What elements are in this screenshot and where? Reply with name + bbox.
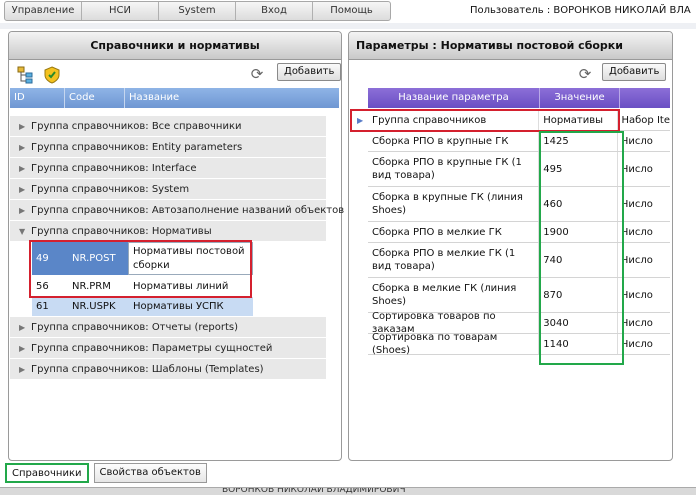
expand-icon[interactable]: ▶ xyxy=(19,200,31,221)
status-bar: ВОРОНКОВ НИКОЛАЙ ВЛАДИМИРОВИЧ xyxy=(0,487,696,495)
table-row[interactable]: Сборка РПО в мелкие ГК 1900 Число xyxy=(368,222,670,243)
menu-nsi[interactable]: НСИ xyxy=(82,2,159,20)
tab-object-properties[interactable]: Свойства объектов xyxy=(93,463,207,483)
cell-id: 61 xyxy=(32,297,68,316)
col-code[interactable]: Code xyxy=(65,88,125,108)
refresh-icon[interactable]: ⟳ xyxy=(577,66,593,82)
expand-icon[interactable]: ▶ xyxy=(19,317,31,338)
cell-type: Число xyxy=(617,222,670,242)
expand-icon[interactable]: ▶ xyxy=(19,116,31,137)
cell-type: Число xyxy=(617,187,670,221)
col-id[interactable]: ID xyxy=(10,88,65,108)
expand-icon[interactable]: ▶ xyxy=(19,359,31,380)
table-row[interactable]: Сортировка по товарам (Shoes) 1140 Число xyxy=(368,332,670,356)
cell-name: Нормативы УСПК xyxy=(128,297,253,316)
table-row[interactable]: Сборка РПО в крупные ГК 1425 Число xyxy=(368,131,670,152)
cell-param: Сборка РПО в крупные ГК (1 вид товара) xyxy=(372,157,522,181)
left-table-header: ID Code Название xyxy=(10,88,339,108)
user-label: Пользователь : ВОРОНКОВ НИКОЛАЙ ВЛА xyxy=(470,5,691,16)
menu-system[interactable]: System xyxy=(159,2,236,20)
refresh-icon[interactable]: ⟳ xyxy=(249,66,265,82)
table-row[interactable]: Сборка в крупные ГК (линия Shoes) 460 Чи… xyxy=(368,187,670,222)
shield-icon[interactable] xyxy=(43,66,61,84)
expand-icon[interactable]: ▶ xyxy=(19,137,31,158)
cell-param: Сортировка товаров по заказам xyxy=(372,311,496,335)
table-row[interactable]: Сборка РПО в мелкие ГК (1 вид товара) 74… xyxy=(368,243,670,278)
group-row-expanded[interactable]: ▼ Группа справочников: Нормативы xyxy=(10,221,326,242)
group-row[interactable]: ▶ Группа справочников: Interface xyxy=(10,158,326,179)
collapse-icon[interactable]: ▼ xyxy=(19,221,31,242)
group-row[interactable]: ▶ Группа справочников: Все справочники xyxy=(10,116,326,137)
tree-icon[interactable] xyxy=(17,66,35,84)
right-table-body: Группа справочников Нормативы Набор Ite … xyxy=(368,110,670,356)
left-panel-title: Справочники и нормативы xyxy=(9,32,341,60)
highlight-group-row xyxy=(350,109,620,132)
group-row[interactable]: ▶ Группа справочников: Автозаполнение наз… xyxy=(10,200,344,221)
cell-param: Сортировка по товарам (Shoes) xyxy=(372,332,498,356)
cell-type: Число xyxy=(617,152,670,186)
expand-icon[interactable]: ▶ xyxy=(19,338,31,359)
menu-help[interactable]: Помощь xyxy=(313,2,390,20)
right-toolbar: ⟳ Добавить xyxy=(349,60,672,88)
right-table-header: Название параметра Значение xyxy=(368,88,670,108)
col-name[interactable]: Название xyxy=(125,88,339,108)
cell-param: Сборка РПО в мелкие ГК xyxy=(372,226,502,238)
main-menu: Управление НСИ System Вход Помощь xyxy=(4,1,391,21)
cell-param: Сборка РПО в мелкие ГК (1 вид товара) xyxy=(372,248,516,272)
add-button[interactable]: Добавить xyxy=(602,63,667,81)
group-row[interactable]: ▶ Группа справочников: Entity parameters xyxy=(10,137,326,158)
cell-param: Сборка в мелкие ГК (линия Shoes) xyxy=(372,283,517,307)
table-row[interactable]: 61 NR.USPK Нормативы УСПК xyxy=(32,297,253,317)
table-row[interactable]: Сборка РПО в крупные ГК (1 вид товара) 4… xyxy=(368,152,670,187)
expand-icon[interactable]: ▶ xyxy=(19,179,31,200)
cell-type: Число xyxy=(617,313,670,333)
tab-references[interactable]: Справочники xyxy=(5,463,89,483)
cell-type: Набор Ite xyxy=(617,110,670,130)
col-value[interactable]: Значение xyxy=(540,88,620,108)
highlight-left-rows xyxy=(29,240,252,298)
cell-type: Число xyxy=(617,131,670,151)
cell-type: Число xyxy=(617,278,670,312)
separator xyxy=(0,23,696,29)
bottom-tabs: Справочники Свойства объектов xyxy=(5,463,212,483)
menu-login[interactable]: Вход xyxy=(236,2,313,20)
cell-param: Сборка РПО в крупные ГК xyxy=(372,135,509,147)
col-param-name[interactable]: Название параметра xyxy=(368,88,540,108)
group-row[interactable]: ▶ Группа справочников: Отчеты (reports) xyxy=(10,317,326,338)
menu-bar: Управление НСИ System Вход Помощь Пользо… xyxy=(0,0,696,23)
group-row[interactable]: ▶ Группа справочников: Параметры сущносте… xyxy=(10,338,326,359)
left-toolbar: ⟳ Добавить xyxy=(9,60,341,88)
status-text: ВОРОНКОВ НИКОЛАЙ ВЛАДИМИРОВИЧ xyxy=(222,487,406,495)
table-row[interactable]: Сборка в мелкие ГК (линия Shoes) 870 Чис… xyxy=(368,278,670,313)
cell-type: Число xyxy=(617,243,670,277)
cell-code: NR.USPK xyxy=(68,297,128,316)
expand-icon[interactable]: ▶ xyxy=(19,158,31,179)
highlight-values xyxy=(539,131,624,365)
group-row[interactable]: ▶ Группа справочников: System xyxy=(10,179,326,200)
add-button[interactable]: Добавить xyxy=(277,63,341,81)
cell-type: Число xyxy=(617,334,670,354)
menu-upravlenie[interactable]: Управление xyxy=(5,2,82,20)
group-row[interactable]: ▶ Группа справочников: Шаблоны (Templates… xyxy=(10,359,326,380)
cell-param: Сборка в крупные ГК (линия Shoes) xyxy=(372,192,523,216)
col-type[interactable] xyxy=(620,88,670,108)
right-panel-title: Параметры : Нормативы постовой сборки xyxy=(349,32,672,60)
